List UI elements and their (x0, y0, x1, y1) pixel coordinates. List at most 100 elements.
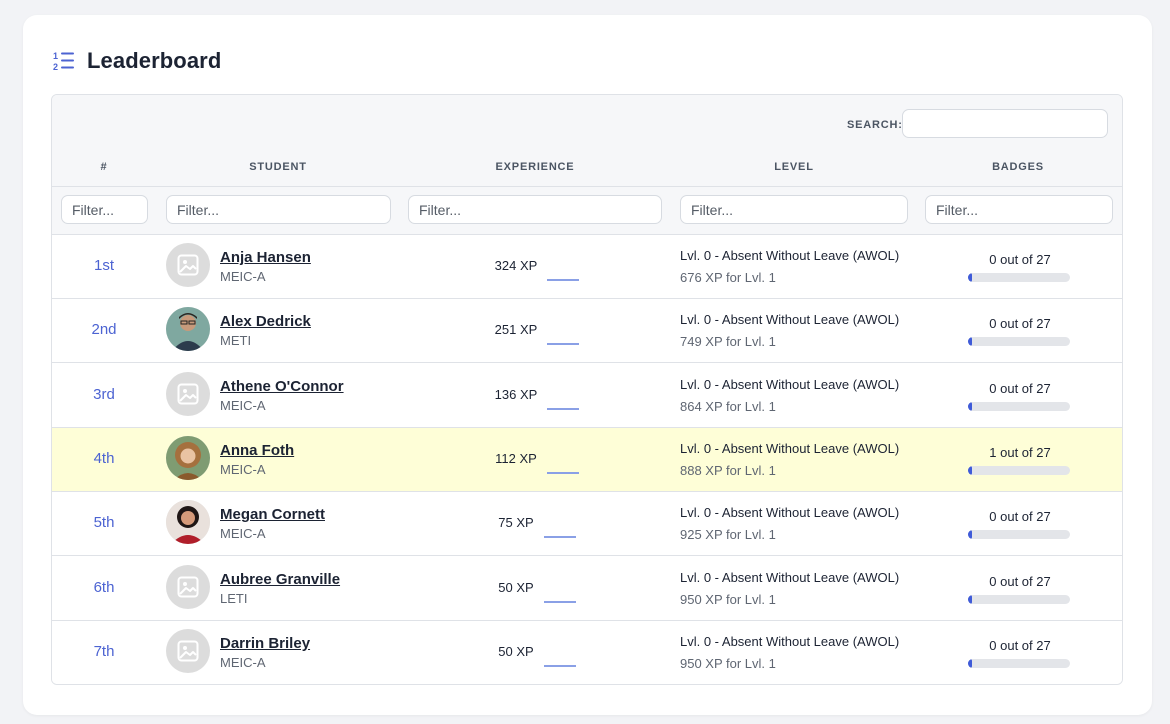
rank-cell: 7th (93, 642, 115, 660)
student-group: LETI (220, 590, 248, 606)
level-label: Lvl. 0 - Absent Without Leave (AWOL) (680, 633, 900, 649)
badges-progress-bar (968, 273, 1070, 282)
leaderboard-card: 1 2 Leaderboard SEARCH: # STUDENT EXPERI… (23, 15, 1152, 715)
xp-value: 136 XP (494, 386, 538, 402)
search-input[interactable] (902, 109, 1108, 138)
rank-cell: 3rd (93, 385, 115, 403)
badges-count: 0 out of 27 (989, 637, 1051, 653)
filter-experience-input[interactable]: Filter... (408, 195, 662, 224)
level-next-requirement: 749 XP for Lvl. 1 (680, 334, 776, 350)
badges-progress-bar (968, 401, 1070, 411)
xp-sparkline (543, 536, 576, 539)
xp-sparkline (546, 471, 579, 474)
table-row: 3rd Athene O'Connor MEIC-A 136 XP Lvl. 0 - A… (52, 363, 1122, 428)
badges-progress-fill (968, 530, 973, 540)
student-name-link[interactable]: Aubree Granville (220, 571, 340, 588)
avatar (166, 500, 210, 545)
table-row: 1st Anja Hansen MEIC-A 324 XP Lvl. 0 - Absen… (52, 235, 1122, 299)
filter-level-input[interactable]: Filter... (680, 195, 908, 224)
avatar (166, 435, 210, 480)
column-header-student[interactable]: STUDENT (166, 161, 390, 173)
filter-badges-input[interactable]: Filter... (925, 195, 1113, 224)
experience-cell: 324 XP (452, 258, 622, 281)
filter-rank-input[interactable]: Filter... (61, 195, 148, 224)
student-name-link[interactable]: Anna Foth (220, 442, 294, 459)
rank-cell: 2nd (91, 321, 117, 339)
table-row: 6th Aubree Granville LETI 50 XP Lvl. 0 - Abs… (52, 556, 1122, 621)
xp-sparkline (543, 664, 576, 667)
column-header-row: # STUDENT EXPERIENCE LEVEL BADGES (52, 161, 1122, 187)
badges-progress-fill (968, 594, 973, 604)
table-header: SEARCH: # STUDENT EXPERIENCE LEVEL BADGE… (52, 95, 1122, 235)
level-next-requirement: 950 XP for Lvl. 1 (680, 591, 776, 607)
column-header-rank[interactable]: # (52, 161, 156, 173)
badges-progress-bar (968, 465, 1070, 475)
badges-progress-fill (968, 658, 973, 668)
student-group: MEIC-A (220, 269, 266, 284)
xp-sparkline (547, 279, 580, 281)
experience-cell: 112 XP (452, 451, 622, 474)
badges-progress-bar (968, 530, 1070, 540)
rank-cell: 5th (93, 514, 115, 532)
badges-progress-fill (968, 465, 973, 475)
rank-cell: 6th (93, 578, 115, 596)
table-row: 4th Anna Foth MEIC-A 112 XP Lvl. 0 - Absent … (52, 427, 1122, 492)
level-next-requirement: 864 XP for Lvl. 1 (680, 398, 776, 414)
table-row: 2nd Alex Dedrick METI 251 XP Lvl. 0 - Absent… (52, 299, 1122, 364)
avatar-placeholder-icon (166, 371, 210, 416)
badges-count: 0 out of 27 (989, 252, 1051, 267)
student-name-link[interactable]: Alex Dedrick (220, 313, 311, 330)
level-label: Lvl. 0 - Absent Without Leave (AWOL) (680, 505, 900, 521)
student-name-link[interactable]: Anja Hansen (220, 249, 311, 266)
rank-cell: 4th (93, 449, 115, 467)
student-group: MEIC-A (220, 526, 266, 542)
level-label: Lvl. 0 - Absent Without Leave (AWOL) (680, 376, 900, 392)
search-label: SEARCH: (847, 119, 903, 131)
level-label: Lvl. 0 - Absent Without Leave (AWOL) (680, 569, 900, 585)
badges-count: 0 out of 27 (989, 573, 1051, 589)
badges-progress-bar (968, 337, 1070, 347)
badges-count: 1 out of 27 (989, 444, 1051, 460)
student-group: MEIC-A (220, 397, 266, 413)
badges-progress-bar (968, 594, 1070, 604)
badges-progress-fill (968, 401, 973, 411)
column-header-experience[interactable]: EXPERIENCE (408, 161, 662, 173)
student-group: MEIC-A (220, 461, 266, 477)
xp-value: 50 XP (498, 643, 534, 659)
level-next-requirement: 925 XP for Lvl. 1 (680, 527, 776, 543)
level-next-requirement: 676 XP for Lvl. 1 (680, 270, 776, 285)
svg-text:2: 2 (53, 62, 58, 72)
badges-progress-fill (968, 273, 973, 282)
student-name-link[interactable]: Megan Cornett (220, 506, 325, 523)
ordered-list-icon: 1 2 (53, 50, 75, 72)
xp-value: 50 XP (498, 579, 534, 595)
column-header-level[interactable]: LEVEL (680, 161, 908, 173)
student-group: MEIC-A (220, 654, 266, 670)
badges-count: 0 out of 27 (989, 509, 1051, 525)
level-next-requirement: 888 XP for Lvl. 1 (680, 462, 776, 478)
badges-progress-fill (968, 337, 973, 347)
filter-student-input[interactable]: Filter... (166, 195, 391, 224)
level-next-requirement: 950 XP for Lvl. 1 (680, 655, 776, 671)
badges-count: 0 out of 27 (989, 316, 1051, 332)
xp-sparkline (543, 600, 576, 603)
xp-value: 75 XP (498, 515, 534, 531)
level-label: Lvl. 0 - Absent Without Leave (AWOL) (680, 312, 900, 328)
rank-cell: 1st (93, 257, 114, 274)
leaderboard-table: SEARCH: # STUDENT EXPERIENCE LEVEL BADGE… (51, 94, 1123, 685)
avatar-placeholder-icon (166, 243, 210, 287)
table-row: 7th Darrin Briley MEIC-A 50 XP Lvl. 0 - Abse… (52, 620, 1122, 684)
xp-value: 251 XP (494, 322, 538, 338)
svg-text:1: 1 (53, 51, 58, 61)
student-name-link[interactable]: Athene O'Connor (220, 378, 344, 395)
page-title: Leaderboard (87, 48, 222, 73)
student-name-link[interactable]: Darrin Briley (220, 635, 310, 652)
experience-cell: 50 XP (452, 579, 622, 603)
xp-sparkline (547, 407, 580, 410)
column-header-badges[interactable]: BADGES (924, 161, 1112, 173)
level-label: Lvl. 0 - Absent Without Leave (AWOL) (680, 440, 900, 456)
xp-value: 324 XP (494, 258, 538, 273)
leaderboard-header: 1 2 Leaderboard (53, 48, 221, 74)
badges-progress-bar (968, 658, 1070, 668)
experience-cell: 75 XP (452, 515, 622, 539)
